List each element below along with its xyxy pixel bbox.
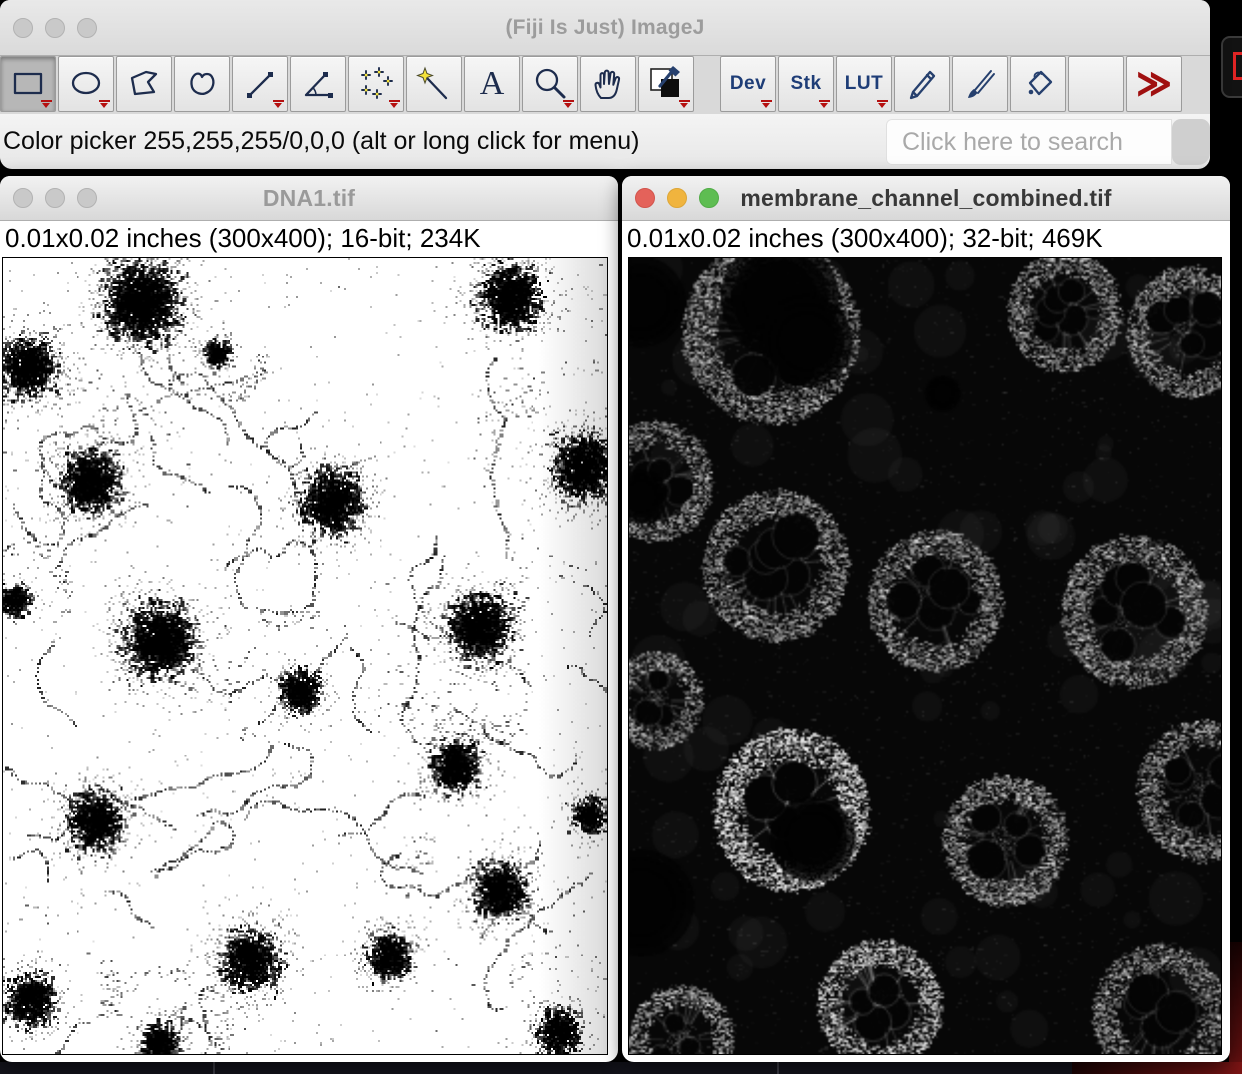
membrane-image-area	[622, 257, 1230, 1055]
imagej-main-window: (Fiji Is Just) ImageJ	[0, 0, 1210, 168]
lut-label: LUT	[845, 73, 883, 95]
close-button[interactable]	[635, 188, 655, 208]
main-titlebar[interactable]: (Fiji Is Just) ImageJ	[0, 0, 1210, 56]
window-title: DNA1.tif	[263, 185, 355, 212]
status-message: Color picker 255,255,255/0,0,0 (alt or l…	[0, 127, 639, 156]
desktop-bottom-strip	[0, 1062, 1242, 1074]
dropdown-indicator-icon	[563, 100, 574, 109]
zoom-window-button[interactable]	[77, 188, 97, 208]
image-info-line: 0.01x0.02 inches (300x400); 32-bit; 469K	[622, 221, 1230, 257]
dropdown-indicator-icon	[761, 100, 772, 109]
tool-freehand-button[interactable]	[174, 56, 230, 112]
tool-angle-button[interactable]	[290, 56, 346, 112]
search-box-end-cap	[1172, 119, 1210, 165]
close-button[interactable]	[13, 188, 33, 208]
traffic-lights	[13, 176, 97, 220]
bottom-strip-separator	[777, 1062, 779, 1074]
minimize-button[interactable]	[667, 188, 687, 208]
tool-wand-button[interactable]	[406, 56, 462, 112]
status-bar: Color picker 255,255,255/0,0,0 (alt or l…	[0, 114, 1210, 169]
dropdown-indicator-icon	[41, 100, 52, 109]
stk-label: Stk	[790, 73, 821, 95]
double-chevron-icon: ≫	[1136, 64, 1172, 103]
window-title: membrane_channel_combined.tif	[740, 185, 1111, 212]
dropdown-indicator-icon	[819, 100, 830, 109]
tool-fill-button[interactable]	[1010, 56, 1066, 112]
bottom-strip-red-area	[1072, 1062, 1242, 1074]
tool-pencil-button[interactable]	[894, 56, 950, 112]
traffic-lights	[635, 176, 719, 220]
tool-polygon-button[interactable]	[116, 56, 172, 112]
membrane-image-window: membrane_channel_combined.tif 0.01x0.02 …	[622, 176, 1230, 1062]
dna-image-canvas[interactable]	[2, 257, 608, 1055]
tool-more-button[interactable]: ≫	[1126, 56, 1182, 112]
membrane-image-canvas[interactable]	[628, 257, 1222, 1055]
tool-zoom-button[interactable]	[522, 56, 578, 112]
tool-lut-button[interactable]: LUT	[836, 56, 892, 112]
zoom-window-button[interactable]	[77, 18, 97, 38]
toolbar: A Dev Stk LUT	[0, 56, 1210, 114]
text-tool-glyph: A	[480, 67, 505, 101]
tool-hand-button[interactable]	[580, 56, 636, 112]
tool-color-picker-button[interactable]	[638, 56, 694, 112]
minimize-button[interactable]	[45, 18, 65, 38]
image-info-line: 0.01x0.02 inches (300x400); 16-bit; 234K	[0, 221, 618, 257]
background-red-glyph	[1233, 52, 1242, 80]
tool-rectangle-button[interactable]	[0, 56, 56, 112]
dev-label: Dev	[730, 73, 766, 95]
membrane-titlebar[interactable]: membrane_channel_combined.tif	[622, 176, 1230, 221]
dropdown-indicator-icon	[273, 100, 284, 109]
close-button[interactable]	[13, 18, 33, 38]
dna1-titlebar[interactable]: DNA1.tif	[0, 176, 618, 221]
tool-dev-button[interactable]: Dev	[720, 56, 776, 112]
tool-stk-button[interactable]: Stk	[778, 56, 834, 112]
dropdown-indicator-icon	[99, 100, 110, 109]
tool-line-button[interactable]	[232, 56, 288, 112]
dna1-image-window: DNA1.tif 0.01x0.02 inches (300x400); 16-…	[0, 176, 618, 1062]
tool-brush-button[interactable]	[952, 56, 1008, 112]
minimize-button[interactable]	[45, 188, 65, 208]
dropdown-indicator-icon	[877, 100, 888, 109]
tool-spare-button[interactable]	[1068, 56, 1124, 112]
dna1-image-area	[0, 257, 618, 1055]
tool-text-button[interactable]: A	[464, 56, 520, 112]
app-title: (Fiji Is Just) ImageJ	[505, 16, 704, 40]
search-box[interactable]	[886, 119, 1172, 165]
dropdown-indicator-icon	[679, 100, 690, 109]
background-red-glow	[1229, 942, 1242, 1062]
bottom-strip-separator	[213, 1062, 215, 1074]
search-input[interactable]	[886, 128, 1172, 157]
tool-oval-button[interactable]	[58, 56, 114, 112]
traffic-lights	[13, 0, 97, 55]
dropdown-indicator-icon	[389, 100, 400, 109]
tool-multipoint-button[interactable]	[348, 56, 404, 112]
zoom-window-button[interactable]	[699, 188, 719, 208]
